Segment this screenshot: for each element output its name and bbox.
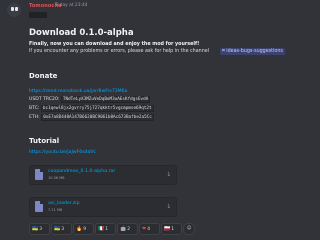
file-name[interactable]: asi_loader.zip bbox=[48, 201, 80, 206]
crypto-address[interactable]: 0xE7a8D448A147B6620BC9061b8Ac673Bafbe2a5… bbox=[41, 114, 154, 121]
chat-message: Tomonocha Today at 23:44 Download 0.1.0-… bbox=[0, 0, 304, 240]
reaction-italy-flag[interactable]: 🇮🇹1 bbox=[95, 223, 116, 235]
tutorial-heading: Tutorial bbox=[29, 137, 60, 145]
add-reaction-button[interactable]: ☺ bbox=[183, 223, 195, 235]
crypto-address[interactable]: bc1qewl8jx2gvrry75j727qkktr5vgcmpmse69qt… bbox=[40, 105, 154, 112]
reaction-ukraine-flag[interactable]: 🇺🇦3 bbox=[51, 223, 72, 235]
crypto-row-eth: ETH: 0xE7a8D448A147B6620BC9061b8Ac673Baf… bbox=[29, 114, 154, 121]
file-attachment[interactable]: asi_loader.zip 7.11 MB ⤓ bbox=[29, 197, 177, 217]
crypto-label: USDT TRC20: bbox=[29, 97, 60, 102]
add-reaction-icon: ☺ bbox=[186, 226, 192, 231]
file-icon bbox=[35, 201, 43, 212]
avatar-eye-icon bbox=[11, 7, 14, 11]
reaction-fire[interactable]: 🔥9 bbox=[73, 223, 94, 235]
file-size: 7.11 MB bbox=[48, 208, 63, 212]
message-timestamp: Today at 23:44 bbox=[55, 3, 88, 8]
crypto-label: BTC: bbox=[29, 106, 40, 111]
avatar[interactable] bbox=[7, 3, 21, 17]
tutorial-link[interactable]: https://youtu.be/jaJwF6sdaVc bbox=[29, 150, 96, 155]
file-icon bbox=[35, 169, 43, 180]
channel-mention-label: ideas-bugs-suggestions bbox=[226, 49, 283, 54]
file-name[interactable]: coopandreas_0.1.0-alpha.rar bbox=[48, 169, 115, 174]
channel-mention[interactable]: ⌗ ideas-bugs-suggestions bbox=[220, 48, 285, 55]
intro-text: Finally, now you can download and enjoy … bbox=[29, 42, 200, 47]
redacted-role-bar bbox=[29, 12, 47, 18]
file-attachment[interactable]: coopandreas_0.1.0-alpha.rar 10.06 MB ⤓ bbox=[29, 165, 177, 185]
avatar-eye-icon bbox=[15, 7, 18, 11]
download-icon[interactable]: ⤓ bbox=[168, 203, 170, 209]
donate-heading: Donate bbox=[29, 72, 58, 80]
download-icon[interactable]: ⤓ bbox=[168, 171, 170, 177]
reaction-robot[interactable]: 🤖2 bbox=[117, 223, 138, 235]
crypto-row-usdt: USDT TRC20: TNdTeLyX3MZuVeDqBoM3oAEsKfdg… bbox=[29, 96, 151, 103]
donate-link[interactable]: https://send.monobank.ua/jar/8wFrs73M6a bbox=[29, 89, 127, 94]
help-text: If you encounter any problems or errors,… bbox=[29, 49, 210, 54]
reaction-poland-flag[interactable]: 🇵🇱1 bbox=[161, 223, 182, 235]
crypto-label: ETH: bbox=[29, 115, 40, 120]
crypto-row-btc: BTC: bc1qewl8jx2gvrry75j727qkktr5vgcmpms… bbox=[29, 105, 154, 112]
reaction-ukraine-flag[interactable]: 🇺🇦3 bbox=[29, 223, 50, 235]
reaction-heart[interactable]: ❤4 bbox=[139, 223, 160, 235]
message-title: Download 0.1.0-alpha bbox=[29, 28, 134, 38]
file-size: 10.06 MB bbox=[48, 176, 65, 180]
crypto-address[interactable]: TNdTeLyX3MZuVeDqBoM3oAEsKfdgsEvdA bbox=[60, 96, 151, 103]
